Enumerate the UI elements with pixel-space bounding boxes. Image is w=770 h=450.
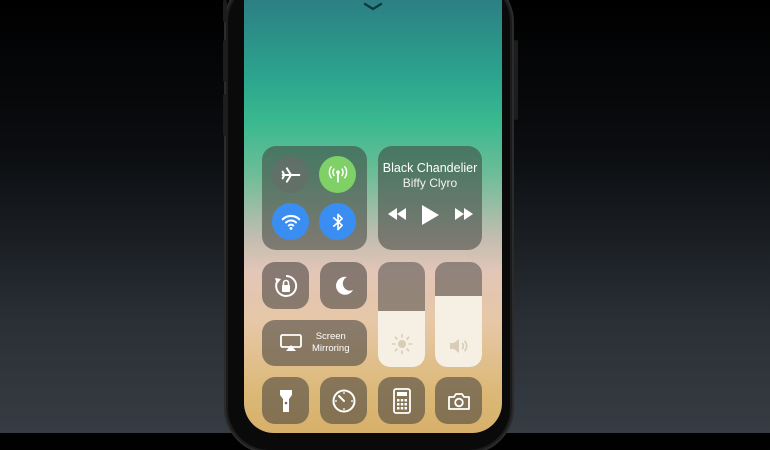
connectivity-panel (262, 146, 367, 250)
volume-up-button (223, 40, 227, 82)
timer-icon (332, 389, 355, 412)
screen-mirroring-label-line2: Mirroring (312, 343, 350, 354)
wifi-toggle[interactable] (272, 203, 309, 240)
rotation-lock-button[interactable] (262, 262, 309, 309)
screen-mirroring-button[interactable]: Screen Mirroring (262, 320, 367, 366)
moon-icon (335, 276, 353, 295)
screen-mirroring-icon (280, 334, 302, 351)
airplane-mode-toggle[interactable] (272, 156, 309, 193)
do-not-disturb-button[interactable] (320, 262, 367, 309)
song-artist: Biffy Clyro (402, 176, 458, 190)
volume-icon (449, 339, 467, 353)
rotation-lock-icon (274, 274, 297, 297)
camera-button[interactable] (435, 377, 482, 424)
volume-down-button (223, 94, 227, 136)
chevron-down-icon[interactable] (361, 0, 385, 12)
screen-mirroring-label-line1: Screen (315, 331, 346, 342)
flashlight-icon (279, 389, 292, 412)
volume-fill (435, 295, 482, 367)
song-title: Black Chandelier (382, 161, 478, 175)
side-button-top (223, 0, 227, 22)
now-playing-panel[interactable]: Black Chandelier Biffy Clyro (378, 146, 482, 250)
play-icon[interactable] (420, 204, 440, 226)
airplane-icon (281, 166, 300, 183)
cellular-icon (328, 165, 347, 182)
calculator-button[interactable] (378, 377, 425, 424)
power-button (514, 40, 518, 120)
bluetooth-icon (332, 213, 343, 230)
brightness-slider[interactable] (378, 262, 425, 367)
fast-forward-icon[interactable] (453, 206, 475, 222)
timer-button[interactable] (320, 377, 367, 424)
control-center-screen: Black Chandelier Biffy Clyro Screen Mirr… (244, 0, 502, 433)
flashlight-button[interactable] (262, 377, 309, 424)
bluetooth-toggle[interactable] (319, 203, 356, 240)
rewind-icon[interactable] (386, 206, 408, 222)
calculator-icon (392, 387, 411, 414)
wifi-icon (281, 214, 300, 230)
volume-slider[interactable] (435, 262, 482, 367)
brightness-icon (391, 333, 412, 355)
camera-icon (447, 392, 470, 410)
cellular-data-toggle[interactable] (319, 156, 356, 193)
